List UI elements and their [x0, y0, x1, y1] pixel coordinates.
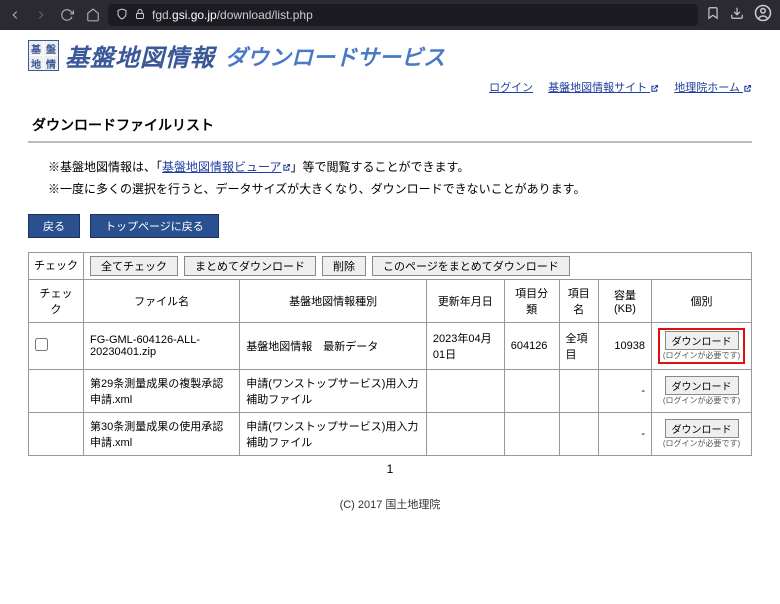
cell-size: 10938 [598, 323, 651, 370]
cell-category [504, 413, 559, 456]
th-name: 項目名 [559, 280, 598, 323]
cell-itemname [559, 413, 598, 456]
th-size: 容量(KB) [598, 280, 651, 323]
home-icon[interactable] [86, 8, 100, 22]
url-text: fgd.gsi.go.jp/download/list.php [152, 8, 313, 22]
site-link[interactable]: 基盤地図情報サイト [548, 82, 659, 94]
login-link[interactable]: ログイン [489, 82, 533, 94]
cell-type: 基盤地図情報 最新データ [240, 323, 427, 370]
download-icon[interactable] [730, 6, 744, 25]
th-filename: ファイル名 [84, 280, 240, 323]
back-button[interactable]: 戻る [28, 214, 80, 238]
back-icon[interactable] [8, 8, 22, 22]
shield-icon [116, 8, 128, 23]
delete-button[interactable]: 削除 [322, 256, 366, 276]
download-button[interactable]: ダウンロード [665, 331, 739, 350]
cell-filename: 第30条測量成果の使用承認申請.xml [84, 413, 240, 456]
pager: 1 [28, 462, 752, 476]
cell-type: 申請(ワンストップサービス)用入力補助ファイル [240, 413, 427, 456]
cell-updated [426, 413, 504, 456]
login-required-note: (ログインが必要です) [658, 395, 745, 406]
lock-icon [134, 8, 146, 23]
check-column-label: チェック [29, 253, 84, 279]
banner-title-main: 基盤地図情報 [65, 38, 215, 73]
banner-title-sub: ダウンロードサービス [225, 40, 445, 72]
cell-filename: 第29条測量成果の複製承認申請.xml [84, 370, 240, 413]
th-updated: 更新年月日 [426, 280, 504, 323]
cell-size: - [598, 370, 651, 413]
to-top-button[interactable]: トップページに戻る [90, 214, 219, 238]
cell-filename: FG-GML-604126-ALL-20230401.zip [84, 323, 240, 370]
table-row: 第29条測量成果の複製承認申請.xml 申請(ワンストップサービス)用入力補助フ… [29, 370, 752, 413]
logo-icon: 基盤 地情 [28, 40, 59, 71]
notes: ※基盤地図情報は、「基盤地図情報ビューア」等で閲覧することができます。 ※一度に… [48, 157, 752, 200]
cell-category: 604126 [504, 323, 559, 370]
row-checkbox[interactable] [35, 338, 48, 351]
th-type: 基盤地図情報種別 [240, 280, 427, 323]
download-button[interactable]: ダウンロード [665, 419, 739, 438]
url-bar[interactable]: fgd.gsi.go.jp/download/list.php [108, 4, 698, 26]
table-row: 第30条測量成果の使用承認申請.xml 申請(ワンストップサービス)用入力補助フ… [29, 413, 752, 456]
top-links: ログイン 基盤地図情報サイト 地理院ホーム [28, 79, 752, 95]
login-required-note: (ログインが必要です) [658, 438, 745, 449]
footer: (C) 2017 国土地理院 [28, 496, 752, 512]
site-banner: 基盤 地情 基盤地図情報 ダウンロードサービス [28, 38, 752, 73]
account-icon[interactable] [754, 4, 772, 27]
file-table: チェック ファイル名 基盤地図情報種別 更新年月日 項目分類 項目名 容量(KB… [28, 279, 752, 456]
cell-updated [426, 370, 504, 413]
section-title: ダウンロードファイルリスト [28, 111, 752, 143]
cell-updated: 2023年04月01日 [426, 323, 504, 370]
cell-size: - [598, 413, 651, 456]
browser-toolbar: fgd.gsi.go.jp/download/list.php [0, 0, 780, 30]
th-category: 項目分類 [504, 280, 559, 323]
viewer-link[interactable]: 基盤地図情報ビューア [162, 160, 291, 174]
cell-itemname [559, 370, 598, 413]
cell-category [504, 370, 559, 413]
page-bulk-download-button[interactable]: このページをまとめてダウンロード [372, 256, 570, 276]
login-required-note: (ログインが必要です) [661, 350, 742, 361]
reload-icon[interactable] [60, 8, 74, 22]
th-individual: 個別 [652, 280, 752, 323]
home-link[interactable]: 地理院ホーム [674, 82, 752, 94]
table-row: FG-GML-604126-ALL-20230401.zip 基盤地図情報 最新… [29, 323, 752, 370]
cell-type: 申請(ワンストップサービス)用入力補助ファイル [240, 370, 427, 413]
cell-itemname: 全項目 [559, 323, 598, 370]
bulk-download-button[interactable]: まとめてダウンロード [184, 256, 316, 276]
check-all-button[interactable]: 全てチェック [90, 256, 178, 276]
bookmark-icon[interactable] [706, 6, 720, 25]
download-button[interactable]: ダウンロード [665, 376, 739, 395]
th-check: チェック [29, 280, 84, 323]
forward-icon[interactable] [34, 8, 48, 22]
